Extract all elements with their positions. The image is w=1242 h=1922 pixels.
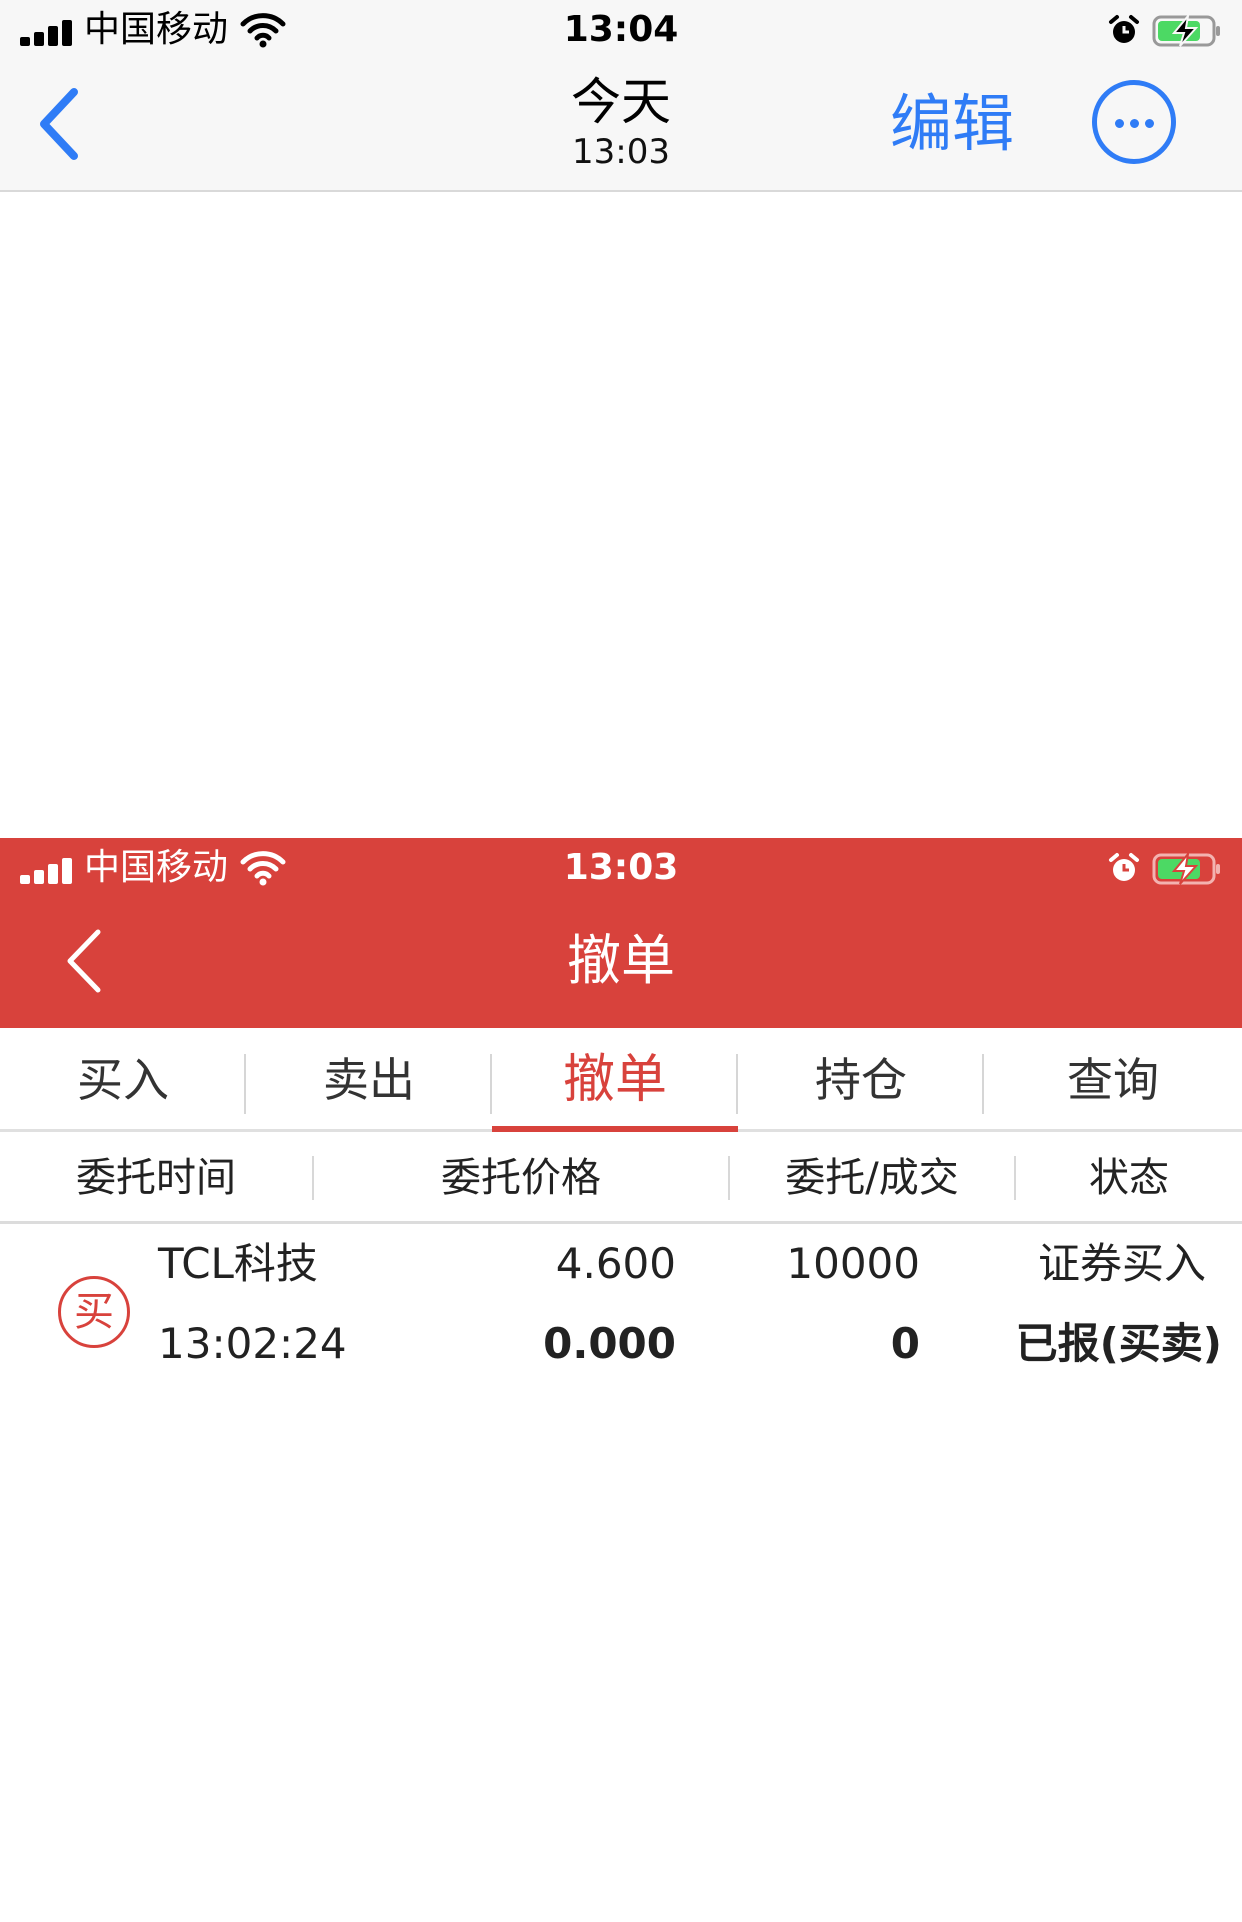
order-quantity: 10000 bbox=[786, 1239, 920, 1288]
outer-status-bar: 中国移动 13:04 bbox=[0, 0, 1242, 60]
column-order-time: 委托时间 bbox=[76, 1155, 236, 1201]
order-price: 4.600 bbox=[555, 1239, 676, 1288]
order-time: 13:02:24 bbox=[158, 1319, 347, 1368]
stock-name: TCL科技 bbox=[158, 1239, 318, 1288]
edit-button[interactable]: 编辑 bbox=[890, 86, 1014, 162]
tab-buy[interactable]: 买入 bbox=[0, 1028, 246, 1132]
tab-label: 撤单 bbox=[562, 1050, 667, 1110]
column-order-deal: 委托/成交 bbox=[785, 1155, 959, 1201]
tab-positions[interactable]: 持仓 bbox=[738, 1028, 984, 1132]
cancel-order-nav-bar: 撤单 bbox=[0, 898, 1242, 1028]
status-time: 13:03 bbox=[563, 847, 679, 888]
battery-charging-icon bbox=[1152, 852, 1220, 885]
tab-query[interactable]: 查询 bbox=[984, 1028, 1242, 1132]
more-options-icon[interactable] bbox=[1092, 80, 1176, 164]
battery-charging-icon bbox=[1152, 14, 1220, 47]
deal-quantity: 0 bbox=[890, 1319, 920, 1368]
alarm-clock-icon bbox=[1109, 15, 1139, 43]
tab-cancel-order[interactable]: 撤单 bbox=[492, 1028, 738, 1132]
deal-price: 0.000 bbox=[543, 1319, 676, 1368]
column-status: 状态 bbox=[1089, 1155, 1169, 1201]
column-order-price: 委托价格 bbox=[441, 1155, 601, 1201]
page-title: 撤单 bbox=[567, 929, 675, 992]
tab-label: 查询 bbox=[1067, 1053, 1159, 1107]
order-type: 证券买入 bbox=[1037, 1239, 1206, 1288]
order-row[interactable]: 买 TCL科技 13:02:24 4.600 0.000 10000 0 证券买… bbox=[0, 1224, 1242, 1374]
orders-column-header: 委托时间 委托价格 委托/成交 状态 bbox=[0, 1132, 1242, 1224]
tab-label: 持仓 bbox=[815, 1053, 907, 1107]
trade-tab-bar: 买入 卖出 撤单 持仓 查询 bbox=[0, 1028, 1242, 1132]
status-time: 13:04 bbox=[563, 9, 679, 50]
viewer-subtitle-time: 13:03 bbox=[572, 132, 670, 172]
viewer-title: 今天 bbox=[571, 73, 671, 131]
buy-badge: 买 bbox=[58, 1276, 130, 1348]
order-status: 已报(买卖) bbox=[1015, 1319, 1222, 1368]
inner-status-bar: 中国移动 13:03 bbox=[0, 838, 1242, 898]
tab-label: 买入 bbox=[77, 1053, 169, 1107]
tab-label: 卖出 bbox=[323, 1053, 415, 1107]
viewer-nav-bar: 今天 13:03 编辑 bbox=[0, 60, 1242, 192]
tab-sell[interactable]: 卖出 bbox=[246, 1028, 492, 1132]
alarm-clock-icon bbox=[1109, 853, 1139, 881]
